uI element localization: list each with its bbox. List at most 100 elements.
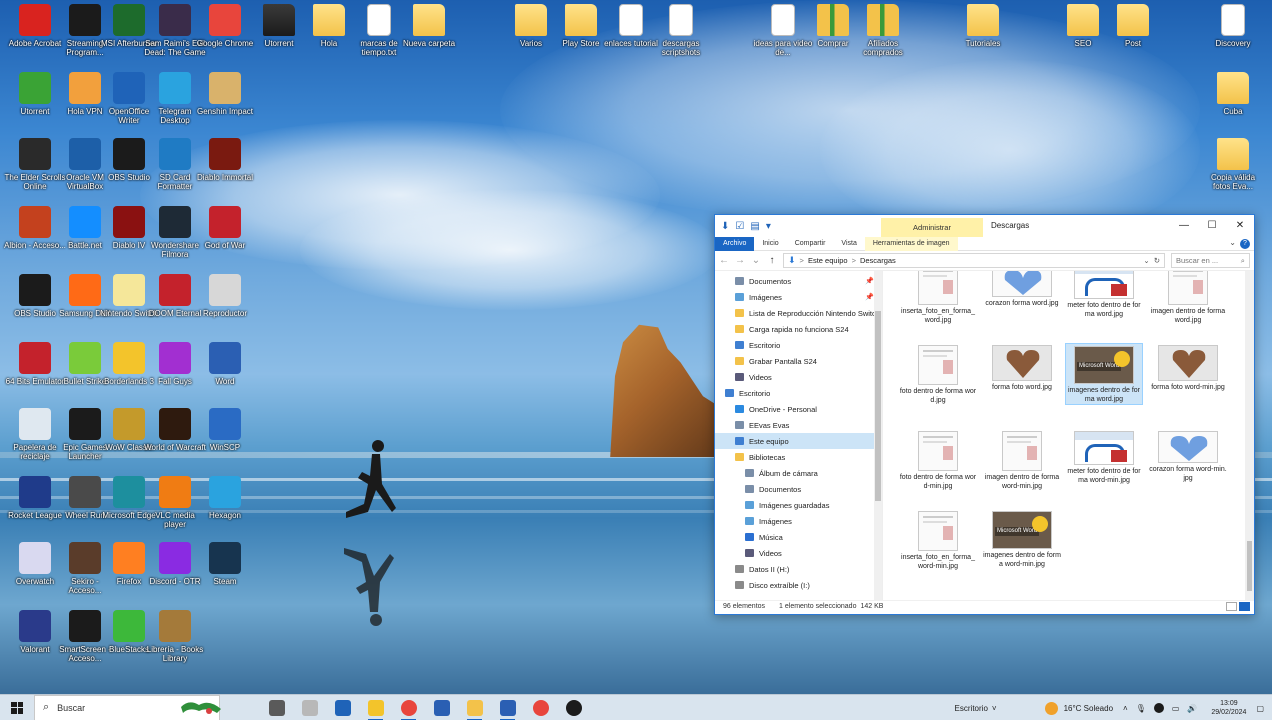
nav-item[interactable]: OneDrive - Personal	[715, 401, 882, 417]
file-item[interactable]: imagen dentro de forma word-min.jpg	[983, 429, 1061, 491]
file-item[interactable]: forma foto word-min.jpg	[1149, 343, 1227, 393]
file-item[interactable]: corazon forma word.jpg	[983, 271, 1061, 309]
nav-item[interactable]: Grabar Pantalla S24	[715, 353, 882, 369]
tab-vista[interactable]: Vista	[833, 237, 864, 251]
file-item[interactable]: corazon forma word-min.jpg	[1149, 429, 1227, 483]
taskbar-search[interactable]: ⌕ Buscar	[34, 694, 221, 720]
up-arrow-icon[interactable]: ↑	[767, 255, 777, 266]
nav-item[interactable]: Disco extraíble (I:)	[715, 577, 882, 593]
pin-icon[interactable]: 📌	[865, 277, 874, 285]
tab-compartir[interactable]: Compartir	[787, 237, 834, 251]
file-item[interactable]: inserta_foto_en_forma_word.jpg	[899, 271, 977, 325]
nav-item[interactable]: Lista de Reproducción Nintendo Switch📌	[715, 305, 882, 321]
large-icons-view-button[interactable]	[1239, 602, 1250, 611]
nav-item[interactable]: Documentos	[715, 481, 882, 497]
nav-item[interactable]: Escritorio	[715, 337, 882, 353]
nav-scrollbar[interactable]	[874, 271, 882, 600]
network-icon[interactable]: ▭	[1172, 704, 1180, 713]
breadcrumb-descargas[interactable]: Descargas	[860, 256, 896, 265]
forward-arrow-icon[interactable]: →	[735, 255, 745, 266]
properties-icon[interactable]: ☑	[735, 221, 744, 232]
maximize-button[interactable]: ☐	[1198, 215, 1226, 237]
clock[interactable]: 13:09 29/02/2024	[1211, 699, 1246, 717]
start-button[interactable]	[0, 695, 34, 720]
app-tray-icon[interactable]	[1153, 703, 1164, 713]
taskbar-app-task-view[interactable]	[260, 695, 293, 720]
minimize-button[interactable]: —	[1170, 215, 1198, 237]
nav-item[interactable]: Imágenes 📌	[715, 289, 882, 305]
notifications-icon[interactable]: ▢	[1256, 704, 1264, 713]
nav-item[interactable]: Videos	[715, 545, 882, 561]
title-bar[interactable]: ⬇ ☑ ▤ ▾ Administrar Descargas — ☐ ✕	[715, 215, 1254, 237]
file-item[interactable]: Microsoft Word imagenes dentro de forma w…	[1065, 343, 1143, 405]
desktop-file[interactable]: Cuba	[1202, 72, 1264, 116]
desktop-file[interactable]: Copia válida fotos Eva...	[1202, 138, 1264, 191]
nav-item[interactable]: Este equipo	[715, 433, 882, 449]
tab-archivo[interactable]: Archivo	[715, 236, 755, 251]
weather-text[interactable]: 16°C Soleado	[1064, 704, 1113, 713]
tab-herramientas-imagen[interactable]: Herramientas de imagen	[864, 236, 958, 251]
desktop-file[interactable]: Tutoriales	[952, 4, 1014, 48]
pin-icon[interactable]: 📌	[865, 293, 874, 301]
file-explorer-window[interactable]: ⬇ ☑ ▤ ▾ Administrar Descargas — ☐ ✕ Arch…	[714, 214, 1255, 615]
manage-tab[interactable]: Administrar	[881, 218, 983, 237]
file-item[interactable]: forma foto word.jpg	[983, 343, 1061, 393]
taskbar-app-obs[interactable]	[557, 695, 590, 720]
tab-inicio[interactable]: Inicio	[754, 237, 786, 251]
nav-item[interactable]: Datos II (H:)	[715, 561, 882, 577]
taskbar-app-pen-app[interactable]	[293, 695, 326, 720]
back-arrow-icon[interactable]: ←	[719, 255, 729, 266]
taskbar-app-file-explorer[interactable]	[458, 695, 491, 720]
taskbar-app-notes-app[interactable]	[359, 695, 392, 720]
desktop-file[interactable]: descargas scriptshots	[650, 4, 712, 57]
download-icon[interactable]: ⬇	[721, 221, 729, 232]
volume-icon[interactable]: 🔊	[1187, 704, 1197, 713]
nav-item[interactable]: Videos	[715, 369, 882, 385]
file-item[interactable]: imagen dentro de forma word.jpg	[1149, 271, 1227, 325]
content-scrollbar[interactable]	[1245, 271, 1254, 600]
desktop-file[interactable]: Nueva carpeta	[398, 4, 460, 48]
nav-item[interactable]: Escritorio	[715, 385, 882, 401]
desktop-file[interactable]: Discovery	[1202, 4, 1264, 48]
expand-ribbon-icon[interactable]: ⌄	[1229, 238, 1236, 247]
nav-item[interactable]: Carga rapida no funciona S24	[715, 321, 882, 337]
nav-item[interactable]: Imágenes	[715, 513, 882, 529]
microphone-icon[interactable]: 🎙	[1136, 704, 1146, 713]
file-item[interactable]: foto dentro de forma word-min.jpg	[899, 429, 977, 491]
address-dropdown-icon[interactable]: ⌄	[1143, 256, 1149, 265]
taskbar-app-remote-desktop[interactable]	[425, 695, 458, 720]
file-item[interactable]: meter foto dentro de forma word-min.jpg	[1065, 429, 1143, 485]
breadcrumb-este-equipo[interactable]: Este equipo	[808, 256, 848, 265]
nav-item[interactable]: EEvas Evas	[715, 417, 882, 433]
address-bar[interactable]: ⬇ > Este equipo > Descargas ⌄ ↻	[783, 253, 1165, 268]
file-item[interactable]: meter foto dentro de forma word.jpg	[1065, 271, 1143, 319]
nav-item[interactable]: Documentos 📌	[715, 273, 882, 289]
desktop-shortcut[interactable]: Reproductor	[194, 274, 256, 318]
file-item[interactable]: Microsoft Word imagenes dentro de forma w…	[983, 509, 1061, 569]
nav-item[interactable]: Álbum de cámara	[715, 465, 882, 481]
nav-item[interactable]: Música	[715, 529, 882, 545]
taskbar-app-chrome[interactable]	[392, 695, 425, 720]
desktop-shortcut[interactable]: Librería - Books Library	[144, 610, 206, 663]
close-button[interactable]: ✕	[1226, 215, 1254, 237]
desktop-shortcut[interactable]: God of War	[194, 206, 256, 250]
chevron-up-icon[interactable]: ˄	[1123, 704, 1128, 713]
desktop-toolbar-caret[interactable]: ˅	[992, 704, 997, 713]
desktop-shortcut[interactable]: Hexagon	[194, 476, 256, 520]
desktop-shortcut[interactable]: Word	[194, 342, 256, 386]
details-view-button[interactable]	[1226, 602, 1237, 611]
file-item[interactable]: foto dentro de forma word.jpg	[899, 343, 977, 405]
desktop-toolbar-label[interactable]: Escritorio	[955, 704, 988, 713]
taskbar-app-store[interactable]	[326, 695, 359, 720]
nav-item[interactable]: Imágenes guardadas	[715, 497, 882, 513]
desktop-shortcut[interactable]: Diablo Immortal	[194, 138, 256, 182]
taskbar-app-chrome-2[interactable]	[524, 695, 557, 720]
desktop-shortcut[interactable]: Google Chrome	[194, 4, 256, 48]
nav-item[interactable]: Bibliotecas	[715, 449, 882, 465]
new-folder-icon[interactable]: ▤	[750, 221, 759, 232]
desktop-file[interactable]: Afiliados comprados	[852, 4, 914, 57]
taskbar-app-word[interactable]	[491, 695, 524, 720]
refresh-icon[interactable]: ↻	[1154, 256, 1160, 265]
desktop-shortcut[interactable]: Genshin Impact	[194, 72, 256, 116]
recent-locations-icon[interactable]: ⌄	[751, 255, 761, 266]
